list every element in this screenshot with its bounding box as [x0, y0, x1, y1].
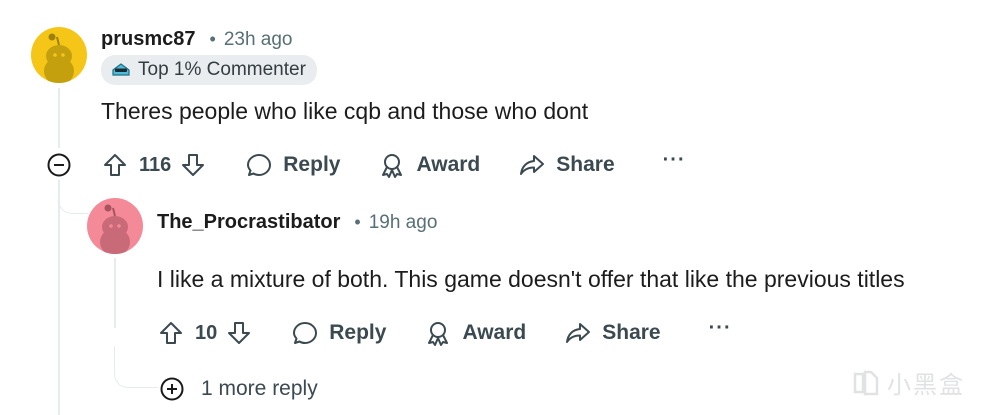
- snoo-avatar-icon: [31, 27, 87, 83]
- reply-icon: [291, 319, 319, 347]
- more-options-icon[interactable]: ···: [709, 318, 732, 338]
- award-icon: [378, 151, 406, 179]
- share-icon: [564, 319, 592, 347]
- watermark: 小黑盒: [851, 365, 965, 400]
- snoo-avatar-icon: [87, 198, 143, 254]
- thread-line-main-lower: [58, 180, 60, 415]
- badge-label: Top 1% Commenter: [138, 59, 306, 80]
- downvote-icon[interactable]: [179, 151, 207, 179]
- separator-dot: •: [209, 29, 216, 49]
- more-replies-link[interactable]: 1 more reply: [201, 377, 318, 401]
- share-icon: [518, 151, 546, 179]
- reply-button[interactable]: Reply: [291, 319, 386, 347]
- reply-label: Reply: [283, 153, 341, 176]
- comment-meta: The_Procrastibator • 19h ago: [157, 211, 437, 234]
- share-label: Share: [556, 153, 615, 176]
- expand-icon: [160, 377, 184, 401]
- award-icon: [424, 319, 452, 347]
- upvote-icon[interactable]: [101, 151, 129, 179]
- comment-actions: 116 Reply Award Share ···: [101, 147, 686, 183]
- timestamp[interactable]: 19h ago: [369, 212, 438, 234]
- share-label: Share: [602, 321, 661, 344]
- vote-count: 10: [195, 321, 218, 344]
- award-button[interactable]: Award: [378, 151, 480, 179]
- share-button[interactable]: Share: [518, 151, 615, 179]
- timestamp[interactable]: 23h ago: [224, 29, 293, 51]
- separator-dot: •: [354, 212, 361, 232]
- comment-actions: 10 Reply Award Share ···: [157, 315, 732, 351]
- comment-text: Theres people who like cqb and those who…: [101, 98, 589, 124]
- reply-icon: [245, 151, 273, 179]
- upvote-icon[interactable]: [157, 319, 185, 347]
- thread-line-main: [58, 88, 60, 148]
- reply-button[interactable]: Reply: [245, 151, 340, 179]
- vote-count: 116: [139, 153, 172, 176]
- reply-label: Reply: [329, 321, 387, 344]
- share-button[interactable]: Share: [564, 319, 661, 347]
- thread-curve-reply: [58, 180, 88, 214]
- award-label: Award: [462, 321, 527, 344]
- more-options-icon[interactable]: ···: [663, 150, 686, 170]
- top-commenter-icon: [112, 63, 130, 76]
- heybox-logo-icon: [853, 370, 879, 395]
- collapse-button[interactable]: [45, 151, 73, 179]
- username[interactable]: The_Procrastibator: [157, 211, 340, 234]
- expand-button[interactable]: [158, 375, 186, 403]
- avatar[interactable]: [31, 27, 87, 83]
- avatar[interactable]: [87, 198, 143, 254]
- downvote-icon[interactable]: [225, 319, 253, 347]
- thread-line-reply: [114, 258, 116, 328]
- commenter-badge: Top 1% Commenter: [101, 55, 317, 85]
- award-button[interactable]: Award: [424, 319, 526, 347]
- comment-meta: prusmc87 • 23h ago: [101, 28, 293, 51]
- watermark-text: 小黑盒: [887, 372, 965, 399]
- collapse-icon: [47, 153, 71, 177]
- vote-group: 10: [157, 319, 253, 347]
- thread-curve-more: [114, 346, 160, 388]
- vote-group: 116: [101, 151, 207, 179]
- username[interactable]: prusmc87: [101, 28, 196, 51]
- award-label: Award: [416, 153, 481, 176]
- comment-text: I like a mixture of both. This game does…: [157, 266, 905, 292]
